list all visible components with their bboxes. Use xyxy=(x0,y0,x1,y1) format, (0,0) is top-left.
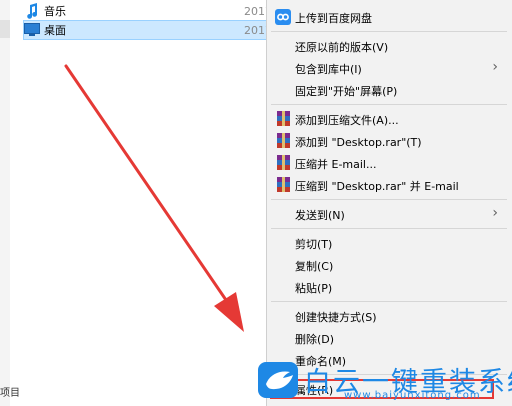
menu-item-label: 添加到压缩文件(A)... xyxy=(295,114,399,127)
file-date: 2017 xyxy=(244,23,266,37)
menu-item-compress-to-desktop-rar-and-email[interactable]: 压缩到 "Desktop.rar" 并 E-mail xyxy=(267,174,512,196)
status-bar-text: 项目 xyxy=(0,388,20,399)
menu-item-label: 粘贴(P) xyxy=(295,282,333,295)
menu-item-delete[interactable]: 删除(D) xyxy=(267,327,512,349)
menu-item-pin-to-start[interactable]: 固定到"开始"屏幕(P) xyxy=(267,79,512,101)
menu-item-label: 复制(C) xyxy=(295,260,334,273)
menu-item-compress-and-email[interactable]: 压缩并 E-mail... xyxy=(267,152,512,174)
menu-item-paste[interactable]: 粘贴(P) xyxy=(267,276,512,298)
menu-separator xyxy=(271,228,507,229)
desktop-icon xyxy=(24,22,40,38)
menu-separator xyxy=(271,104,507,105)
menu-item-upload-baidu[interactable]: 上传到百度网盘 xyxy=(267,6,512,28)
watermark-url: www.baiyunxitong.com xyxy=(344,390,481,401)
chevron-right-icon: › xyxy=(492,205,498,221)
menu-separator xyxy=(271,199,507,200)
music-note-icon xyxy=(24,3,40,19)
menu-item-label: 删除(D) xyxy=(295,333,335,346)
winrar-icon xyxy=(275,155,291,171)
file-date: 2017 xyxy=(244,4,266,18)
menu-item-label: 固定到"开始"屏幕(P) xyxy=(295,85,398,98)
file-name: 桌面 xyxy=(44,24,66,37)
menu-item-send-to[interactable]: 发送到(N) › xyxy=(267,203,512,225)
file-name: 音乐 xyxy=(44,5,66,18)
menu-item-add-to-desktop-rar[interactable]: 添加到 "Desktop.rar"(T) xyxy=(267,130,512,152)
file-item-music[interactable]: 音乐 2017 xyxy=(24,2,266,20)
menu-item-label: 发送到(N) xyxy=(295,209,345,222)
winrar-icon xyxy=(275,111,291,127)
winrar-icon xyxy=(275,133,291,149)
baidu-netdisk-icon xyxy=(275,9,291,25)
menu-item-add-to-archive[interactable]: 添加到压缩文件(A)... xyxy=(267,108,512,130)
menu-item-label: 压缩到 "Desktop.rar" 并 E-mail xyxy=(295,180,459,193)
menu-item-cut[interactable]: 剪切(T) xyxy=(267,232,512,254)
menu-item-label: 压缩并 E-mail... xyxy=(295,158,377,171)
winrar-icon xyxy=(275,177,291,193)
menu-item-label: 创建快捷方式(S) xyxy=(295,311,377,324)
menu-item-label: 剪切(T) xyxy=(295,238,333,251)
menu-item-restore-versions[interactable]: 还原以前的版本(V) xyxy=(267,35,512,57)
context-menu: 上传到百度网盘 还原以前的版本(V) 包含到库中(I) › 固定到"开始"屏幕(… xyxy=(266,0,512,406)
explorer-file-list: 音乐 2017 桌面 2017 项目 xyxy=(0,0,267,406)
bird-logo-icon xyxy=(258,362,298,398)
navigation-pane-edge xyxy=(0,0,10,406)
menu-item-label: 包含到库中(I) xyxy=(295,63,362,76)
menu-item-label: 还原以前的版本(V) xyxy=(295,41,389,54)
menu-separator xyxy=(271,31,507,32)
menu-item-create-shortcut[interactable]: 创建快捷方式(S) xyxy=(267,305,512,327)
file-item-desktop[interactable]: 桌面 2017 xyxy=(23,20,267,40)
chevron-right-icon: › xyxy=(492,59,498,75)
menu-item-copy[interactable]: 复制(C) xyxy=(267,254,512,276)
menu-item-label: 添加到 "Desktop.rar"(T) xyxy=(295,136,422,149)
menu-item-label: 上传到百度网盘 xyxy=(295,12,372,25)
menu-item-include-in-library[interactable]: 包含到库中(I) › xyxy=(267,57,512,79)
menu-separator xyxy=(271,301,507,302)
